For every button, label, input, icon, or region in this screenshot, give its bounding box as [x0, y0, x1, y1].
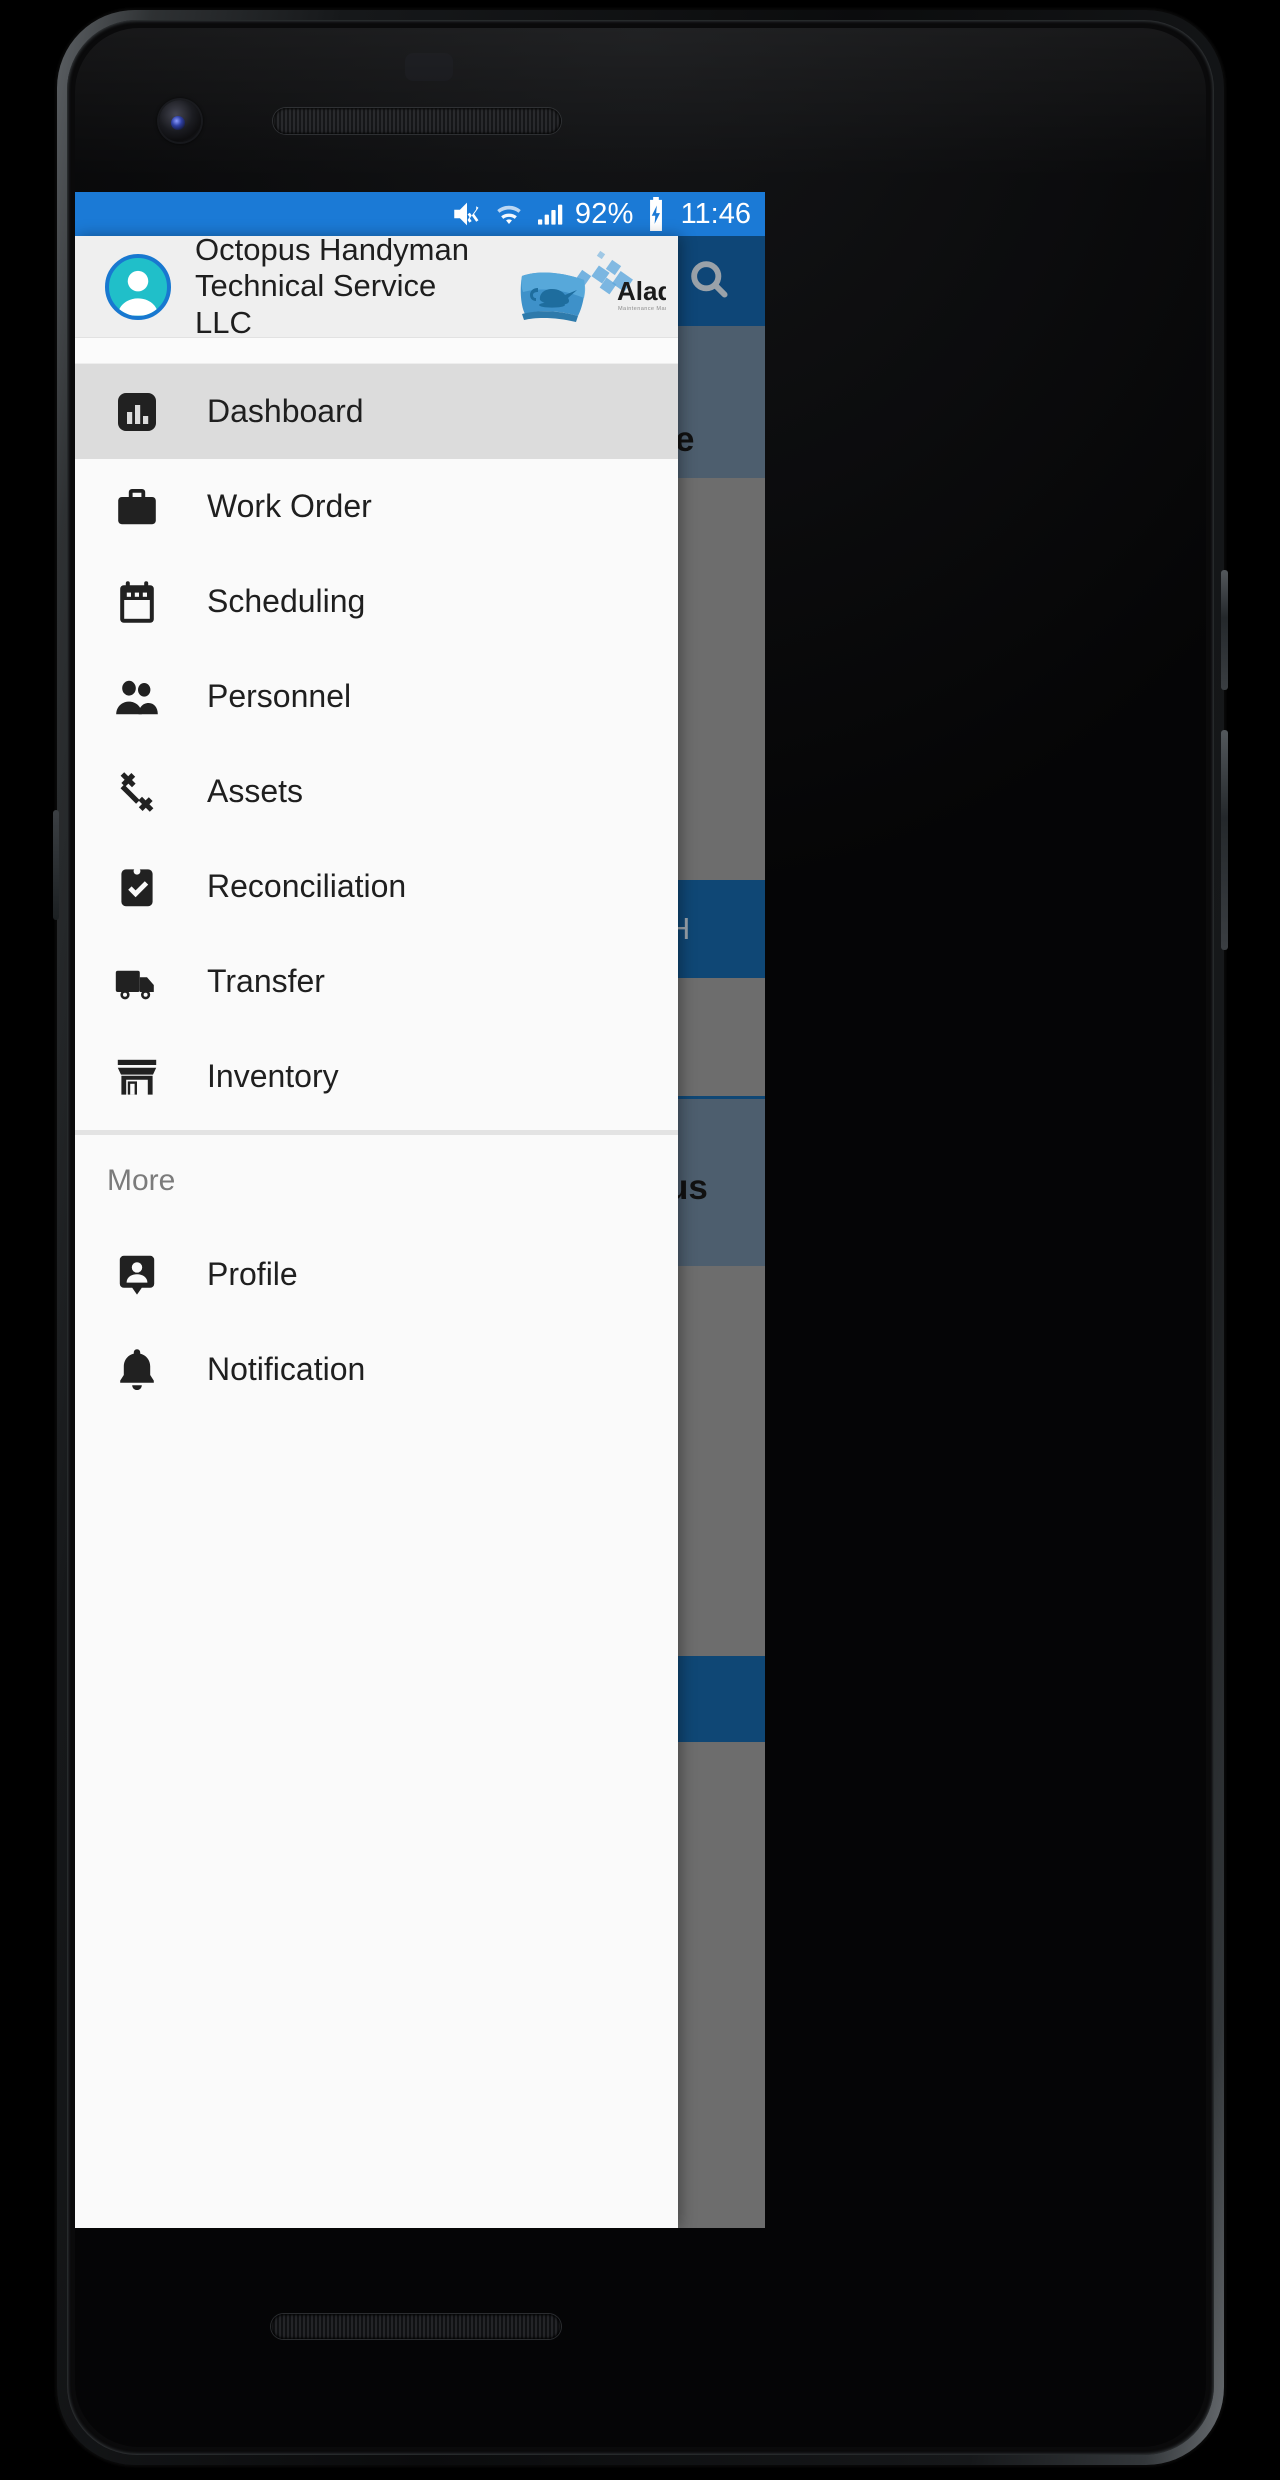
sidebar-item-scheduling[interactable]: Scheduling	[75, 554, 678, 649]
clipboard-check-icon	[113, 863, 161, 911]
sidebar-item-label: Transfer	[207, 963, 325, 999]
sidebar-item-label: Scheduling	[207, 583, 366, 619]
wrench-icon	[113, 768, 161, 816]
sidebar-item-label: Profile	[207, 1256, 298, 1292]
organization-title: Octopus Handyman Technical Service LLC	[195, 236, 469, 340]
calendar-icon	[113, 578, 161, 626]
bottom-speaker-icon	[271, 2314, 561, 2339]
cellular-signal-icon	[534, 198, 566, 230]
people-icon	[113, 673, 161, 721]
more-section-header: More	[75, 1135, 678, 1227]
phone-device-frame: 92% 11:46 e us Octopus Handyman Technica…	[53, 10, 1228, 2465]
left-side-button[interactable]	[53, 810, 59, 920]
power-button[interactable]	[1221, 570, 1228, 690]
aladdin-logo-icon: Aladdin Maintenance Management Software	[520, 250, 666, 322]
navigation-drawer: Octopus Handyman Technical Service LLC A…	[75, 236, 678, 2228]
svg-text:Maintenance Management Softwar: Maintenance Management Software	[618, 306, 666, 312]
phone-inner-bezel: 92% 11:46 e us Octopus Handyman Technica…	[67, 20, 1214, 2455]
battery-charging-icon	[643, 197, 669, 231]
sidebar-item-inventory[interactable]: Inventory	[75, 1029, 678, 1124]
sidebar-item-label: Work Order	[207, 488, 372, 524]
sidebar-item-transfer[interactable]: Transfer	[75, 934, 678, 1029]
person-pin-icon	[113, 1251, 161, 1299]
status-clock: 11:46	[680, 197, 751, 230]
svg-text:Aladdin: Aladdin	[617, 276, 666, 306]
store-icon	[113, 1053, 161, 1101]
glass-reflection	[75, 28, 1206, 178]
sidebar-item-label: Notification	[207, 1351, 366, 1387]
bell-icon	[113, 1346, 161, 1394]
sidebar-item-assets[interactable]: Assets	[75, 744, 678, 839]
phone-glass: 92% 11:46 e us Octopus Handyman Technica…	[75, 28, 1206, 2447]
volume-button[interactable]	[1221, 730, 1228, 950]
bar-chart-icon	[113, 388, 161, 436]
drawer-header-spacer	[75, 338, 678, 364]
sidebar-item-notification[interactable]: Notification	[75, 1322, 678, 1417]
battery-percent-label: 92%	[574, 197, 634, 230]
sidebar-item-reconciliation[interactable]: Reconciliation	[75, 839, 678, 934]
sidebar-item-label: Assets	[207, 773, 304, 809]
sidebar-item-personnel[interactable]: Personnel	[75, 649, 678, 744]
front-camera-icon	[159, 100, 201, 142]
sidebar-item-label: Inventory	[207, 1058, 339, 1094]
briefcase-icon	[113, 483, 161, 531]
volume-mute-icon	[450, 197, 484, 231]
proximity-sensor-notch	[405, 53, 453, 81]
earpiece-speaker-icon	[273, 108, 561, 134]
avatar[interactable]	[105, 253, 171, 320]
status-bar: 92% 11:46	[75, 192, 765, 236]
sidebar-item-label: Personnel	[207, 678, 352, 714]
truck-icon	[113, 958, 161, 1006]
wifi-icon	[493, 198, 525, 230]
sidebar-item-dashboard[interactable]: Dashboard	[75, 364, 678, 459]
sidebar-item-label: Reconciliation	[207, 868, 407, 904]
app-screen: 92% 11:46 e us Octopus Handyman Technica…	[75, 192, 765, 2228]
sidebar-item-profile[interactable]: Profile	[75, 1227, 678, 1322]
sidebar-item-label: Dashboard	[207, 393, 364, 429]
drawer-header: Octopus Handyman Technical Service LLC A…	[75, 236, 678, 340]
sidebar-item-work-order[interactable]: Work Order	[75, 459, 678, 554]
